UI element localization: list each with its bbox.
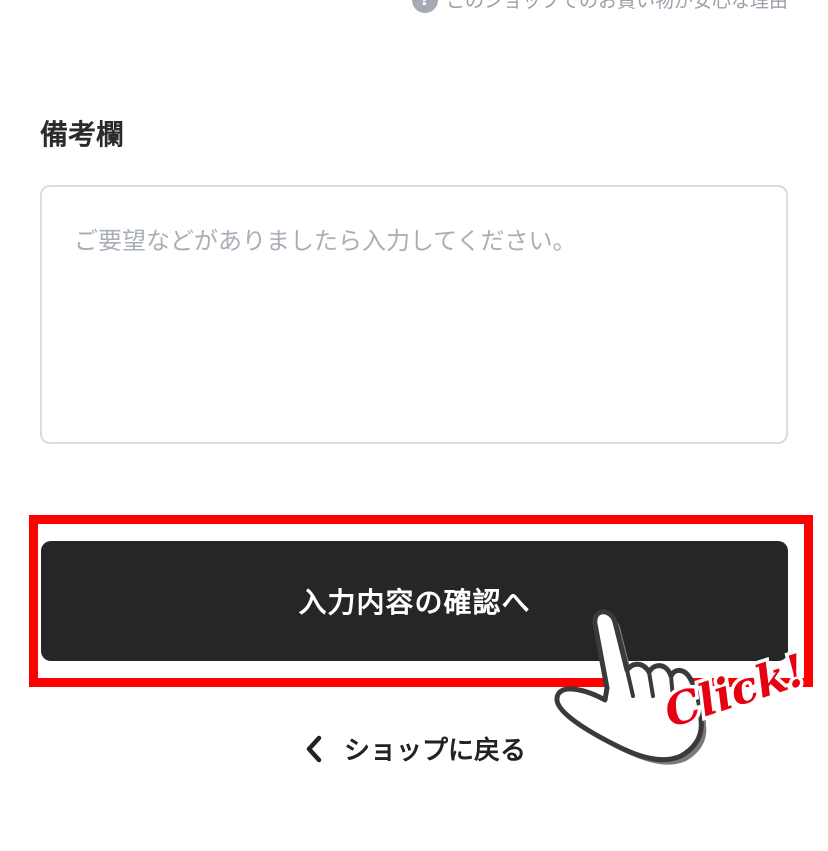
chevron-left-icon (306, 735, 322, 762)
click-annotation-text: Click! (658, 645, 812, 738)
trust-reasons-link[interactable]: ? このショップでのお買い物が安心な理由 (411, 0, 788, 13)
notes-heading: 備考欄 (40, 118, 125, 151)
page: ? このショップでのお買い物が安心な理由 備考欄 入力内容の確認へ ショップに戻… (0, 0, 828, 851)
confirm-button-label: 入力内容の確認へ (298, 586, 531, 619)
back-to-shop-label: ショップに戻る (343, 736, 526, 766)
trust-reasons-label: このショップでのお買い物が安心な理由 (445, 0, 788, 12)
question-circle-icon: ? (411, 0, 438, 13)
notes-textarea[interactable] (40, 185, 788, 444)
pointing-hand-cursor-icon: Click! (554, 609, 815, 765)
